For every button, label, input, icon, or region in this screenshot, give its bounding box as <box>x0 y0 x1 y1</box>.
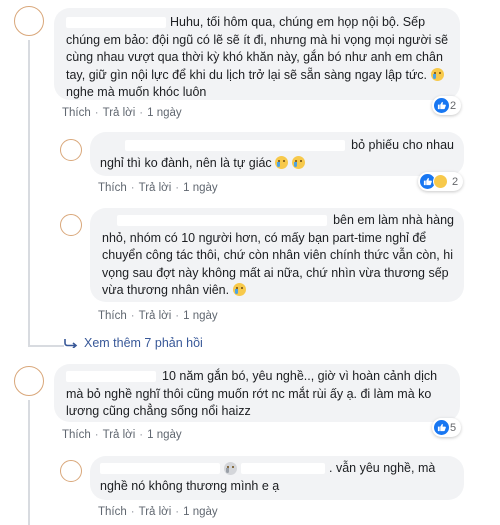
like-link[interactable]: Thích <box>62 107 91 119</box>
like-link[interactable]: Thích <box>98 182 127 194</box>
avatar[interactable] <box>60 214 82 236</box>
like-icon <box>434 420 449 435</box>
sad-reaction-icon <box>433 174 448 189</box>
crying-emoji <box>430 67 444 81</box>
redacted-name <box>100 463 220 475</box>
timestamp[interactable]: 1 ngày <box>147 429 182 441</box>
thread-line <box>28 400 30 525</box>
reaction-number: 2 <box>450 99 457 112</box>
timestamp[interactable]: 1 ngày <box>147 107 182 119</box>
crying-emoji <box>275 155 289 169</box>
crying-emoji <box>291 155 305 169</box>
crying-emoji <box>232 283 246 296</box>
like-icon <box>434 98 449 113</box>
like-link[interactable]: Thích <box>98 506 127 518</box>
comment-actions: Thích · Trả lời · 1 ngày <box>98 310 218 322</box>
reply-link[interactable]: Trả lời <box>139 182 172 194</box>
comment-text: 10 năm gắn bó, yêu nghề.., giờ vì hoàn c… <box>162 369 438 383</box>
comment-bubble: Huhu, tối hôm qua, chúng em họp nội bộ. … <box>54 8 460 100</box>
comment-bubble: bên em làm nhà hàng nhỏ, nhóm có 10 ngườ… <box>90 208 464 302</box>
comment-text: bỏ phiếu cho nhau <box>351 138 454 152</box>
comment-actions: Thích · Trả lời · 1 ngày <box>62 107 182 119</box>
comment-bubble: . vẫn yêu nghề, mà nghề nó không thương … <box>90 456 464 500</box>
reply-arrow-icon <box>64 339 78 348</box>
comment-text: bên em làm nhà hàng <box>333 213 454 227</box>
reply-link[interactable]: Trả lời <box>139 310 172 322</box>
reaction-count[interactable]: 5 <box>432 418 462 437</box>
redacted-name <box>66 371 156 383</box>
comment-bubble: 10 năm gắn bó, yêu nghề.., giờ vì hoàn c… <box>54 364 460 422</box>
comment-text: . vẫn yêu nghề, mà <box>329 461 436 475</box>
reaction-count[interactable]: 2 <box>418 172 464 191</box>
comment-text: mà bỏ nghề nghĩ thôi cũng muốn rớt nc mắ… <box>66 386 432 419</box>
comment-actions: Thích · Trả lời · 1 ngày <box>98 506 218 518</box>
comment-text: nghỉ thì ko đành, nên là tự giác <box>100 155 272 170</box>
reply-link[interactable]: Trả lời <box>139 506 172 518</box>
reply-link[interactable]: Trả lời <box>103 107 136 119</box>
comment-text-tail: nghe mà muốn khóc luôn <box>66 85 207 99</box>
see-more-replies-button[interactable]: Xem thêm 7 phản hồi <box>64 336 203 350</box>
timestamp[interactable]: 1 ngày <box>183 310 218 322</box>
reply-link[interactable]: Trả lời <box>103 429 136 441</box>
comment-bubble: bỏ phiếu cho nhau nghỉ thì ko đành, nên … <box>90 132 464 176</box>
avatar[interactable] <box>60 139 82 161</box>
see-more-label: Xem thêm 7 phản hồi <box>84 336 203 350</box>
avatar[interactable] <box>14 6 44 36</box>
reaction-number: 2 <box>452 175 459 188</box>
comment-actions: Thích · Trả lời · 1 ngày <box>62 429 182 441</box>
redacted-name <box>66 17 166 29</box>
like-link[interactable]: Thích <box>62 429 91 441</box>
timestamp[interactable]: 1 ngày <box>183 506 218 518</box>
crying-emoji <box>224 462 237 476</box>
comment-text: nhỏ, nhóm có 10 người hơn, có mấy bạn pa… <box>102 230 453 298</box>
avatar[interactable] <box>60 460 82 482</box>
like-link[interactable]: Thích <box>98 310 127 322</box>
comment-actions: Thích · Trả lời · 1 ngày <box>98 182 218 194</box>
thread-line <box>28 40 30 346</box>
avatar[interactable] <box>14 366 44 396</box>
thread-connector <box>28 345 64 347</box>
comment-text: nghề nó không thương mình e ạ <box>100 478 280 493</box>
reaction-number: 5 <box>450 421 457 434</box>
redacted-name <box>117 215 328 227</box>
redacted-name <box>125 140 346 152</box>
reaction-count[interactable]: 2 <box>432 96 462 115</box>
timestamp[interactable]: 1 ngày <box>183 182 218 194</box>
redacted-name <box>241 463 325 475</box>
